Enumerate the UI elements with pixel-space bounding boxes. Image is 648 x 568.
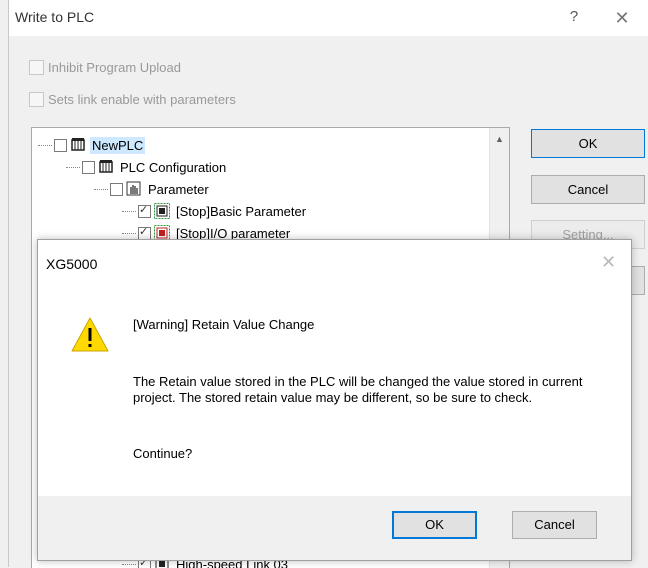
warning-dialog: XG5000 ✕ [Warning] Retain Value Change T… (37, 239, 632, 561)
inhibit-upload-label: Inhibit Program Upload (48, 60, 181, 75)
tree-item-basic-parameter[interactable]: [Stop]Basic Parameter (38, 200, 308, 222)
link-enable-label: Sets link enable with parameters (48, 92, 236, 107)
tree-connector (122, 211, 136, 212)
tree-checkbox[interactable] (54, 139, 67, 152)
tree-connector (38, 145, 52, 146)
cancel-button[interactable]: Cancel (531, 175, 645, 204)
plc-icon (70, 137, 86, 153)
tree-checkbox[interactable] (110, 183, 123, 196)
plc-icon (98, 159, 114, 175)
dialog-cancel-button[interactable]: Cancel (512, 511, 597, 539)
tree-label: NewPLC (90, 137, 145, 154)
inhibit-upload-option[interactable]: Inhibit Program Upload (29, 57, 181, 77)
inhibit-upload-checkbox[interactable] (29, 60, 44, 75)
tree-label: [Stop]Basic Parameter (174, 203, 308, 220)
tree-item-newplc[interactable]: NewPLC (38, 134, 308, 156)
tree-connector (66, 167, 80, 168)
help-button[interactable]: ? (564, 7, 584, 27)
tree-connector (122, 564, 136, 565)
tree-checkbox[interactable] (138, 205, 151, 218)
title-bar: Write to PLC ? ✕ (9, 0, 648, 36)
warning-icon (70, 315, 110, 355)
ok-button[interactable]: OK (531, 129, 645, 158)
link-enable-option[interactable]: Sets link enable with parameters (29, 89, 236, 109)
dialog-close-button[interactable]: ✕ (601, 252, 616, 273)
dialog-title: XG5000 (46, 256, 97, 272)
continue-prompt: Continue? (133, 446, 192, 461)
tree-label: Parameter (146, 181, 211, 198)
dialog-ok-button[interactable]: OK (392, 511, 477, 539)
tree-connector (94, 189, 108, 190)
parameter-icon (154, 203, 170, 219)
tree-checkbox[interactable] (82, 161, 95, 174)
tree-item-parameter[interactable]: Parameter (38, 178, 308, 200)
tree-item-plc-configuration[interactable]: PLC Configuration (38, 156, 308, 178)
window-title: Write to PLC (15, 9, 94, 25)
warning-message: The Retain value stored in the PLC will … (133, 374, 603, 406)
tree-label: PLC Configuration (118, 159, 228, 176)
scroll-up-icon[interactable]: ▲ (490, 134, 509, 146)
tree-connector (122, 233, 136, 234)
dialog-content: XG5000 ✕ [Warning] Retain Value Change T… (38, 240, 631, 496)
hand-icon (126, 181, 142, 197)
close-button[interactable]: ✕ (611, 7, 633, 29)
tree-checkbox[interactable] (138, 227, 151, 240)
link-enable-checkbox[interactable] (29, 92, 44, 107)
warning-heading: [Warning] Retain Value Change (133, 317, 314, 332)
tree-list: NewPLC PLC Configuration Parameter (38, 134, 308, 244)
